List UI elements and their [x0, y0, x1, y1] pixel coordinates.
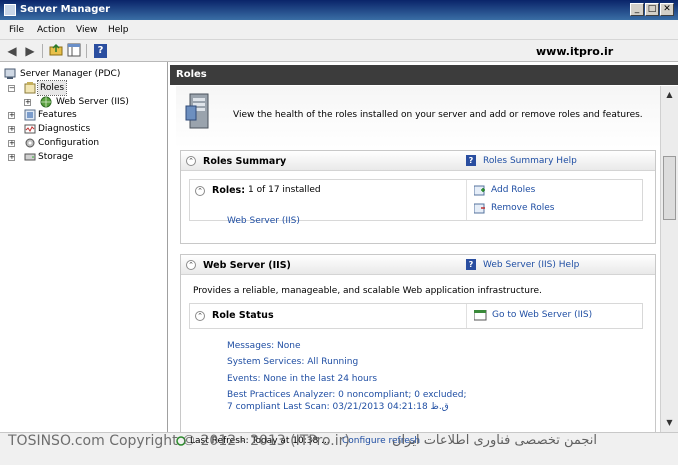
menu-action[interactable]: Action — [37, 25, 65, 35]
remove-roles-link[interactable]: Remove Roles — [491, 203, 554, 213]
help-icon[interactable]: ? — [466, 155, 476, 166]
help-icon[interactable]: ? — [94, 44, 107, 58]
expand-icon[interactable]: + — [8, 140, 15, 147]
persian-watermark: انجمن تخصصی فناوری اطلاعات ایران — [392, 433, 598, 448]
intro-panel: View the health of the roles installed o… — [176, 86, 660, 148]
details-pane: Roles View the health of the roles insta… — [170, 62, 678, 432]
tree-label: Web Server (IIS) — [56, 97, 129, 107]
show-hide-console-tree-icon[interactable] — [66, 43, 82, 59]
web-server-title: Web Server (IIS) — [203, 260, 291, 271]
roles-summary-title: Roles Summary — [203, 156, 287, 167]
roles-installed-count: 1 of 17 installed — [248, 185, 321, 195]
bpa-status-line2[interactable]: 7 compliant Last Scan: 03/21/2013 04:21:… — [227, 402, 449, 412]
roles-label: Roles: — [212, 185, 245, 196]
tree-label: Storage — [38, 152, 74, 162]
tree-label: Features — [38, 110, 77, 120]
watermark-website: www.itpro.ir — [536, 45, 614, 58]
minimize-button[interactable]: _ — [630, 3, 644, 16]
roles-summary-help-link[interactable]: Roles Summary Help — [483, 156, 577, 166]
collapse-section-icon[interactable]: ⌃ — [195, 186, 205, 196]
collapse-section-icon[interactable]: ⌃ — [186, 260, 196, 270]
tree-label: Diagnostics — [38, 124, 91, 134]
web-server-icon — [40, 96, 52, 108]
menu-file[interactable]: File — [9, 25, 24, 35]
menu-view[interactable]: View — [76, 25, 97, 35]
subsection-divider — [466, 180, 467, 220]
remove-roles-icon[interactable] — [473, 203, 486, 214]
roles-icon — [24, 82, 36, 94]
tree-label: Server Manager (PDC) — [20, 69, 121, 79]
scroll-thumb[interactable] — [663, 156, 676, 220]
toolbar-separator — [86, 44, 87, 58]
up-folder-icon[interactable] — [48, 43, 64, 59]
close-button[interactable]: ✕ — [660, 3, 674, 16]
roles-header-bar: Roles — [170, 65, 678, 85]
collapse-icon[interactable]: − — [8, 85, 15, 92]
tree-label: Roles — [36, 80, 68, 96]
storage-icon — [24, 151, 36, 163]
roles-summary-section: ⌃ Roles Summary ? Roles Summary Help ⌃ R… — [180, 150, 656, 244]
messages-status[interactable]: Messages: None — [227, 341, 301, 351]
back-arrow-icon[interactable]: ◀ — [4, 43, 20, 59]
web-server-section: ⌃ Web Server (IIS) ? Web Server (IIS) He… — [180, 254, 656, 432]
toolbar-separator — [42, 44, 43, 58]
toolbar: ◀ ▶ ? www.itpro.ir — [0, 40, 678, 62]
expand-icon[interactable]: + — [8, 112, 15, 119]
events-status[interactable]: Events: None in the last 24 hours — [227, 374, 377, 384]
role-status-title: Role Status — [212, 310, 274, 321]
role-status-subsection: ⌃ Role Status Go to Web Server (IIS) — [189, 303, 643, 329]
configuration-icon — [24, 137, 36, 149]
copyright-watermark: TOSINSO.com Copyright © 2012 - 2013 (ITP… — [8, 433, 350, 449]
goto-web-server-icon[interactable] — [473, 309, 487, 321]
diagnostics-icon — [24, 123, 36, 135]
server-manager-icon — [4, 68, 16, 80]
roles-subsection: ⌃ Roles: 1 of 17 installed Add Roles Rem… — [189, 179, 643, 221]
intro-description: View the health of the roles installed o… — [233, 110, 643, 120]
server-manager-app-icon — [4, 4, 16, 16]
roles-content: View the health of the roles installed o… — [176, 86, 660, 432]
maximize-button[interactable]: □ — [645, 3, 659, 16]
subsection-divider — [466, 304, 467, 328]
scroll-down-arrow-icon[interactable]: ▼ — [663, 416, 676, 429]
expand-icon[interactable]: + — [8, 154, 15, 161]
window-title: Server Manager — [20, 4, 111, 15]
scroll-up-arrow-icon[interactable]: ▲ — [663, 88, 676, 101]
expand-icon[interactable]: + — [24, 99, 31, 106]
help-icon[interactable]: ? — [466, 259, 476, 270]
installed-role-web-server-link[interactable]: Web Server (IIS) — [227, 216, 300, 226]
features-icon — [24, 109, 36, 121]
vertical-scrollbar[interactable]: ▲ ▼ — [660, 86, 678, 432]
goto-web-server-link[interactable]: Go to Web Server (IIS) — [492, 310, 592, 320]
expand-icon[interactable]: + — [8, 126, 15, 133]
menu-bar: File Action View Help — [0, 20, 678, 40]
collapse-section-icon[interactable]: ⌃ — [186, 156, 196, 166]
web-server-help-link[interactable]: Web Server (IIS) Help — [483, 260, 579, 270]
roles-summary-header[interactable]: ⌃ Roles Summary ? Roles Summary Help — [181, 151, 655, 171]
web-server-header[interactable]: ⌃ Web Server (IIS) ? Web Server (IIS) He… — [181, 255, 655, 275]
tree-label: Configuration — [38, 138, 100, 148]
add-roles-link[interactable]: Add Roles — [491, 185, 535, 195]
menu-help[interactable]: Help — [108, 25, 129, 35]
bpa-status-line1[interactable]: Best Practices Analyzer: 0 noncompliant;… — [227, 390, 467, 400]
services-status[interactable]: System Services: All Running — [227, 357, 358, 367]
add-roles-icon[interactable] — [473, 185, 486, 196]
server-roles-icon — [184, 92, 216, 132]
console-tree: Server Manager (PDC) − Roles + Web Serve… — [0, 62, 168, 432]
forward-arrow-icon[interactable]: ▶ — [22, 43, 38, 59]
web-server-description: Provides a reliable, manageable, and sca… — [193, 286, 542, 296]
title-bar: Server Manager _ □ ✕ — [0, 0, 678, 20]
collapse-section-icon[interactable]: ⌃ — [195, 311, 205, 321]
